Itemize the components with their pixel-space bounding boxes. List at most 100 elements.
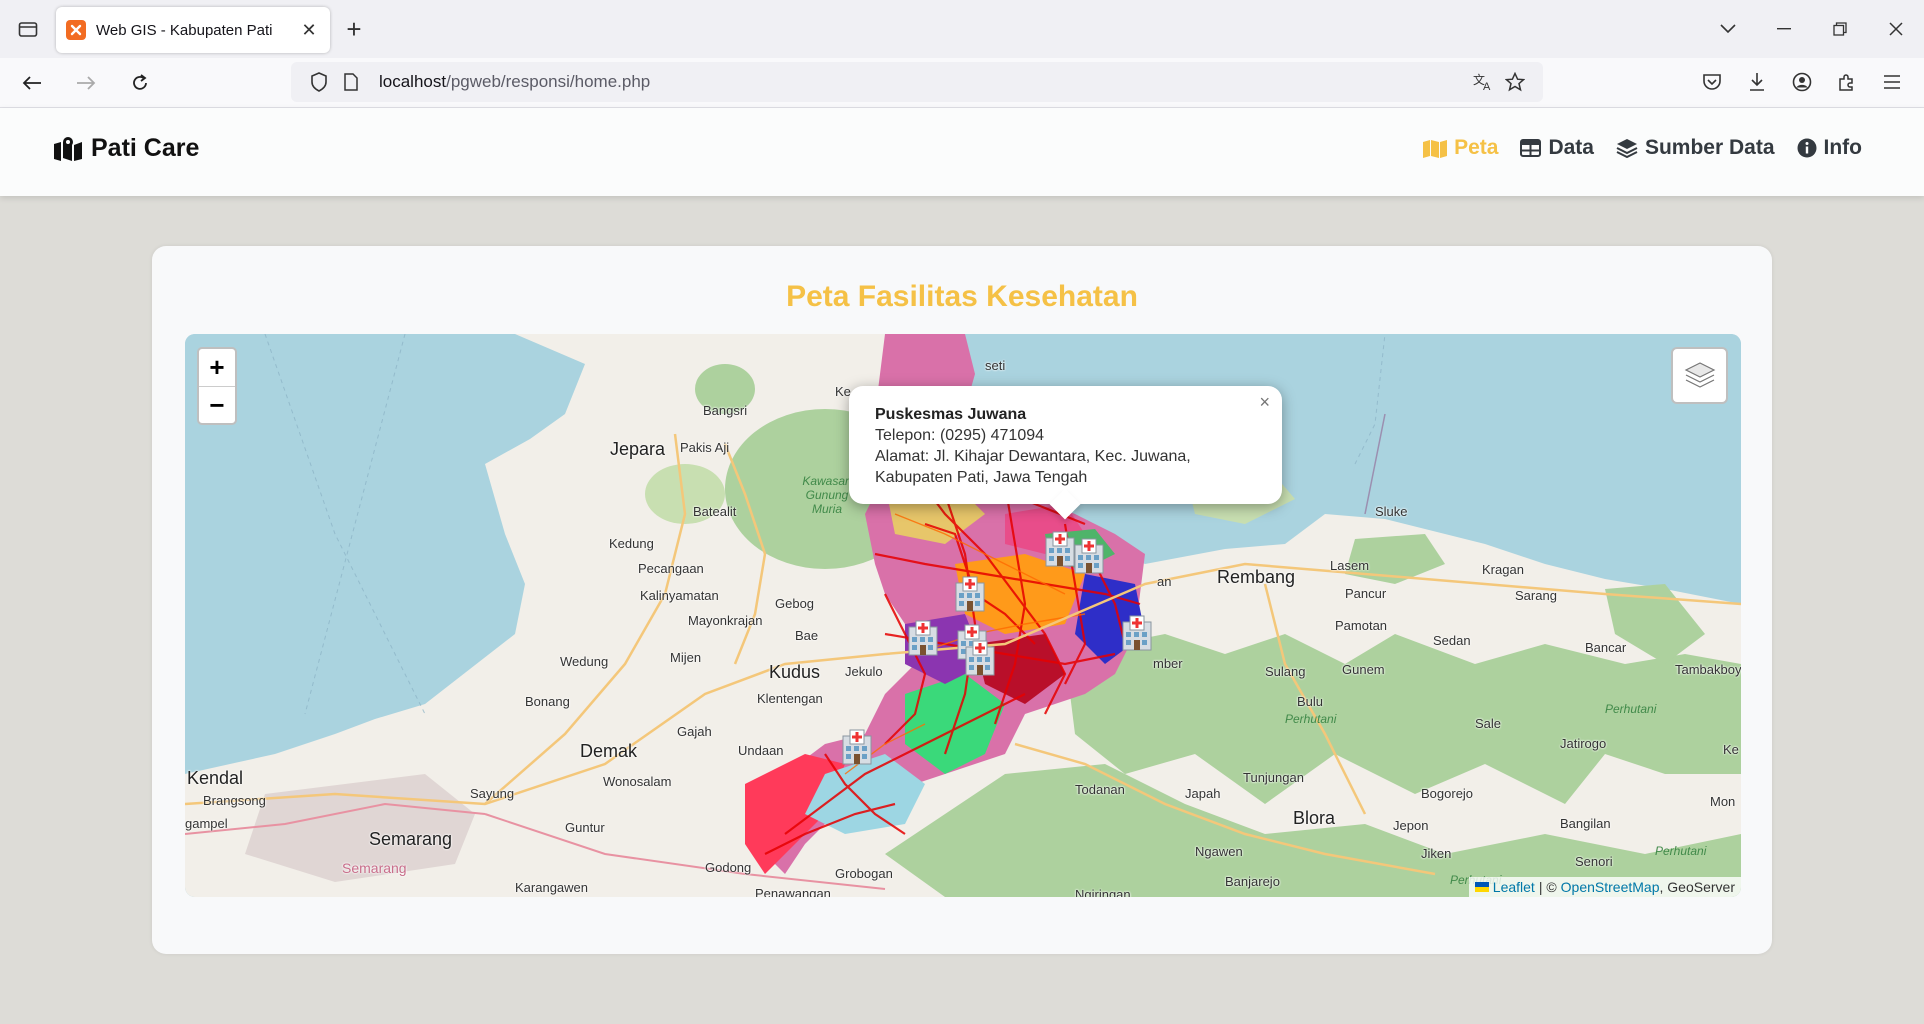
place-label: Blora <box>1293 808 1336 828</box>
leaflet-link[interactable]: Leaflet <box>1493 879 1535 895</box>
brand[interactable]: Pati Care <box>53 134 199 163</box>
place-label: Sale <box>1475 716 1502 731</box>
nav-data[interactable]: Data <box>1520 136 1594 160</box>
place-label: Sayung <box>470 786 515 801</box>
layers-control-button[interactable] <box>1671 347 1728 404</box>
popup-phone: Telepon: (0295) 471094 <box>875 427 1045 444</box>
chevron-down-icon[interactable] <box>1700 0 1756 58</box>
url-host: localhost <box>379 72 447 91</box>
extensions-icon[interactable] <box>1824 72 1869 92</box>
hospital-marker-icon[interactable] <box>840 728 874 766</box>
place-label: Klentengan <box>757 691 823 706</box>
place-label: seti <box>985 358 1006 373</box>
map-marked-icon <box>54 136 82 161</box>
zoom-out-button[interactable]: − <box>199 386 235 423</box>
place-label: Gunem <box>1342 662 1385 677</box>
arrow-left-icon <box>22 75 41 90</box>
osm-link[interactable]: OpenStreetMap <box>1561 879 1660 895</box>
back-button[interactable] <box>10 63 54 103</box>
place-label: Lasem <box>1330 558 1370 573</box>
place-label: Karangawen <box>515 880 588 895</box>
brand-name: Pati Care <box>91 134 200 162</box>
map-icon <box>1423 139 1448 158</box>
place-label: Japah <box>1185 786 1221 801</box>
place-label: Gajah <box>677 724 712 739</box>
place-label: Pakis Aji <box>680 440 730 455</box>
forward-button[interactable] <box>64 63 108 103</box>
place-label: an <box>1157 574 1172 589</box>
place-label: Grobogan <box>835 866 893 881</box>
hospital-marker-icon[interactable] <box>1120 614 1154 652</box>
place-label: Sedan <box>1433 633 1471 648</box>
bookmark-star-icon[interactable] <box>1499 72 1531 92</box>
place-label: Bulu <box>1297 694 1324 709</box>
translate-icon[interactable]: 文A <box>1467 72 1499 92</box>
place-label: Tambakboyo <box>1675 662 1741 677</box>
geoserver-text: , GeoServer <box>1659 879 1735 895</box>
account-icon[interactable] <box>1779 72 1824 92</box>
place-label: Jepon <box>1393 818 1429 833</box>
place-label: Ke <box>1723 742 1739 757</box>
site-navbar: Pati Care Peta Data Sumber Data Info <box>0 108 1924 196</box>
browser-right-tools <box>1689 62 1914 102</box>
new-tab-button[interactable]: + <box>330 6 378 52</box>
place-label: Jekulo <box>845 664 883 679</box>
place-label: Jepara <box>610 439 666 459</box>
place-label: Pancur <box>1345 586 1387 601</box>
browser-tab[interactable]: Web GIS - Kabupaten Pati ✕ <box>56 7 330 53</box>
hospital-marker-icon[interactable] <box>953 575 987 613</box>
close-window-icon[interactable] <box>1868 0 1924 58</box>
page-icon[interactable] <box>335 73 367 91</box>
shield-icon[interactable] <box>303 72 335 92</box>
place-label: Semarang <box>342 860 407 876</box>
layers-icon <box>1684 361 1715 388</box>
place-label: Rembang <box>1217 567 1296 587</box>
pocket-icon[interactable] <box>1689 73 1734 91</box>
nav-info[interactable]: Info <box>1797 136 1862 160</box>
reload-icon <box>133 73 147 90</box>
popup-address-line1: Alamat: Jl. Kihajar Dewantara, Kec. Juwa… <box>875 448 1191 465</box>
hamburger-menu-icon[interactable] <box>1869 75 1914 89</box>
ukraine-flag-icon <box>1474 882 1489 892</box>
leaflet-map[interactable]: Jepara Pakis Aji Bangsri Batealit Kedung… <box>185 334 1741 897</box>
nav-sumber-data[interactable]: Sumber Data <box>1616 136 1775 160</box>
place-label: Jatirogo <box>1560 736 1607 751</box>
place-label: Wedung <box>560 654 609 669</box>
place-label: Godong <box>705 860 752 875</box>
arrow-right-icon <box>77 75 96 90</box>
reload-button[interactable] <box>118 63 162 103</box>
place-label: Bancar <box>1585 640 1627 655</box>
place-label: Sulang <box>1265 664 1306 679</box>
url-text[interactable]: localhost/pgweb/responsi/home.php <box>379 72 1467 92</box>
place-label: Demak <box>580 741 638 761</box>
tab-list-icon <box>18 22 38 37</box>
place-label: Sarang <box>1515 588 1557 603</box>
place-label: Perhutani <box>1285 712 1337 726</box>
place-label: Banjarejo <box>1225 874 1280 889</box>
zoom-in-button[interactable]: + <box>199 349 235 386</box>
svg-text:A: A <box>1483 81 1491 92</box>
place-label: Semarang <box>369 829 453 849</box>
nav-peta[interactable]: Peta <box>1423 136 1498 160</box>
minimize-icon[interactable] <box>1756 0 1812 58</box>
popup-close-button[interactable]: × <box>1259 392 1270 413</box>
place-label: Batealit <box>693 504 737 519</box>
place-label: Wonosalam <box>603 774 672 789</box>
map-attribution: Leaflet | © OpenStreetMap, GeoServer <box>1468 877 1741 897</box>
restore-icon[interactable] <box>1812 0 1868 58</box>
hospital-marker-icon[interactable] <box>1072 537 1106 575</box>
place-label: Mayonkrajan <box>688 613 763 628</box>
place-label: Bangilan <box>1560 816 1611 831</box>
url-bar[interactable]: localhost/pgweb/responsi/home.php 文A <box>291 62 1543 102</box>
list-all-tabs-button[interactable] <box>0 0 56 58</box>
nav-sumber-data-label: Sumber Data <box>1644 136 1775 159</box>
hospital-marker-icon[interactable] <box>963 639 997 677</box>
place-label: mber <box>1153 656 1183 671</box>
place-label: Undaan <box>738 743 784 758</box>
place-label: Kalinyamatan <box>640 588 719 603</box>
popup-address-line2: Kabupaten Pati, Jawa Tengah <box>875 469 1088 486</box>
hospital-marker-icon[interactable] <box>906 619 940 657</box>
download-icon[interactable] <box>1734 72 1779 92</box>
place-label: Bangsri <box>703 403 748 418</box>
close-tab-icon[interactable]: ✕ <box>298 20 320 41</box>
